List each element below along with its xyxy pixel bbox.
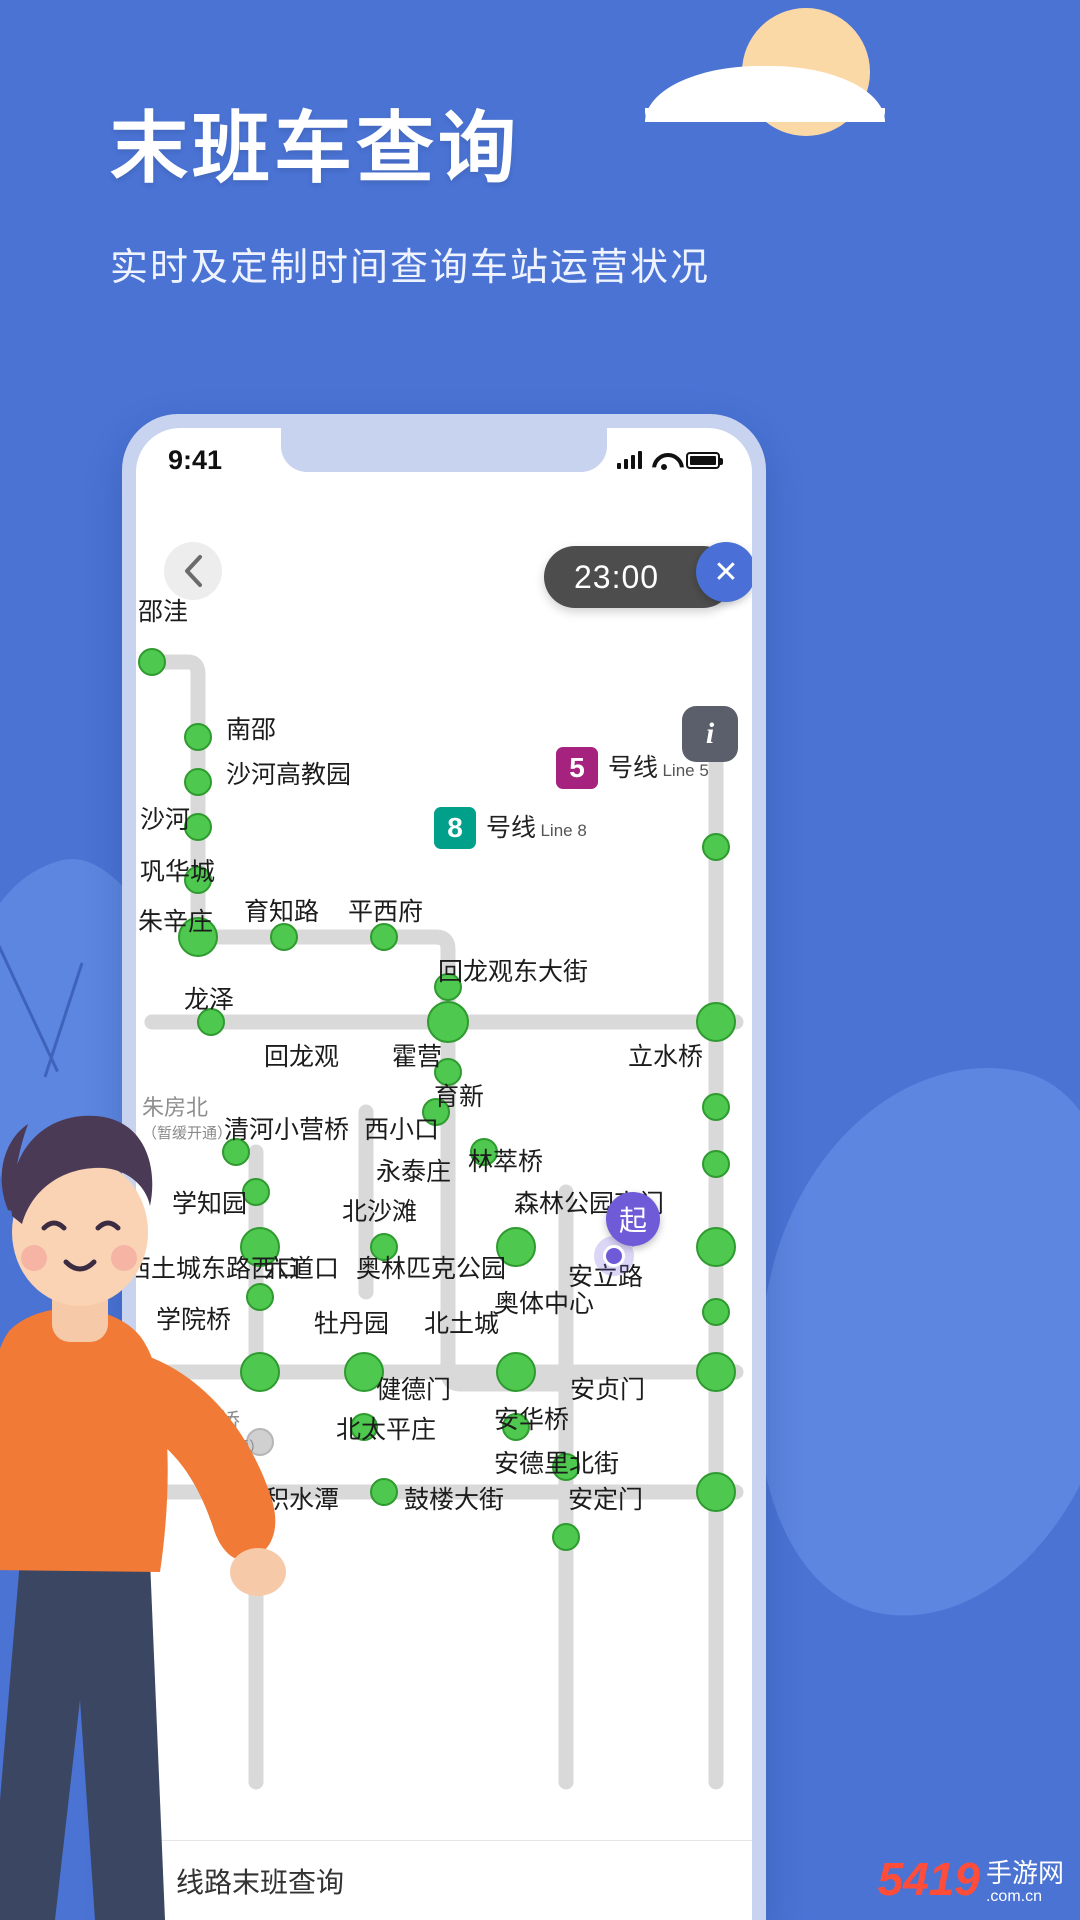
line-label-cn-8: 号线	[486, 813, 537, 842]
station-label[interactable]: 育知路	[244, 892, 319, 928]
watermark-domain: .com.cn	[985, 1888, 1042, 1905]
station-label[interactable]: 安贞门	[570, 1370, 645, 1406]
line-label-en-8: Line 8	[540, 820, 587, 840]
line-label-cn-5: 号线	[608, 753, 659, 782]
signal-bars-icon	[617, 451, 642, 469]
chevron-left-icon	[185, 555, 202, 587]
station-label[interactable]: 安德里北街	[494, 1444, 619, 1480]
status-bar-icons	[617, 451, 723, 470]
station-label[interactable]: 霍营	[392, 1037, 442, 1073]
line-number-5: 5	[556, 747, 598, 789]
station-label[interactable]: 立水桥	[628, 1037, 703, 1073]
wifi-icon	[652, 451, 676, 470]
close-icon[interactable]: ✕	[696, 542, 752, 602]
line-badge-5[interactable]: 5 号线 Line 5	[556, 747, 709, 789]
station-label[interactable]: 育新	[434, 1077, 484, 1113]
station-label[interactable]: 奥体中心	[494, 1284, 594, 1320]
station-label[interactable]: 安定门	[568, 1480, 643, 1516]
watermark-text: 手游网	[985, 1858, 1064, 1889]
station-label[interactable]: 安华桥	[494, 1400, 569, 1436]
watermark-number: 5419	[877, 1853, 980, 1905]
station-label[interactable]: 回龙观东大街	[438, 952, 588, 988]
station-label[interactable]: 健德门	[376, 1370, 451, 1406]
station-label[interactable]: 西小口	[364, 1110, 439, 1146]
station-label[interactable]: 林萃桥	[468, 1142, 543, 1178]
station-label[interactable]: 鼓楼大街	[404, 1480, 504, 1516]
station-label[interactable]: 北太平庄	[336, 1410, 436, 1446]
page-title: 末班车查询	[110, 104, 521, 192]
station-label[interactable]: 北土城	[424, 1304, 499, 1340]
time-filter-value: 23:00	[574, 558, 660, 595]
status-bar-time: 9:41	[168, 444, 223, 475]
station-label[interactable]: 南邵	[226, 710, 276, 746]
station-label[interactable]: 平西府	[348, 892, 423, 928]
station-label[interactable]: 巩华城	[140, 852, 215, 888]
page-subtitle: 实时及定制时间查询车站运营状况	[110, 247, 711, 289]
station-label[interactable]: 永泰庄	[376, 1152, 451, 1188]
status-bar: 9:41	[136, 428, 752, 492]
start-marker-dot	[594, 1236, 634, 1276]
station-label[interactable]: 北沙滩	[342, 1192, 417, 1228]
station-label[interactable]: 沙河	[140, 800, 190, 836]
station-label[interactable]: 沙河高教园	[226, 755, 351, 791]
station-label[interactable]: 奥林匹克公园	[356, 1249, 506, 1285]
battery-icon	[686, 451, 723, 469]
line-number-8: 8	[434, 807, 476, 849]
station-label[interactable]: 邵洼	[138, 592, 188, 628]
person-illustration	[0, 1115, 286, 1920]
watermark: 5419 手游网 .com.cn	[878, 1852, 1064, 1906]
line-label-en-5: Line 5	[662, 760, 709, 780]
line-badge-8[interactable]: 8 号线 Line 8	[434, 807, 587, 849]
station-label[interactable]: 朱辛庄	[138, 902, 213, 938]
